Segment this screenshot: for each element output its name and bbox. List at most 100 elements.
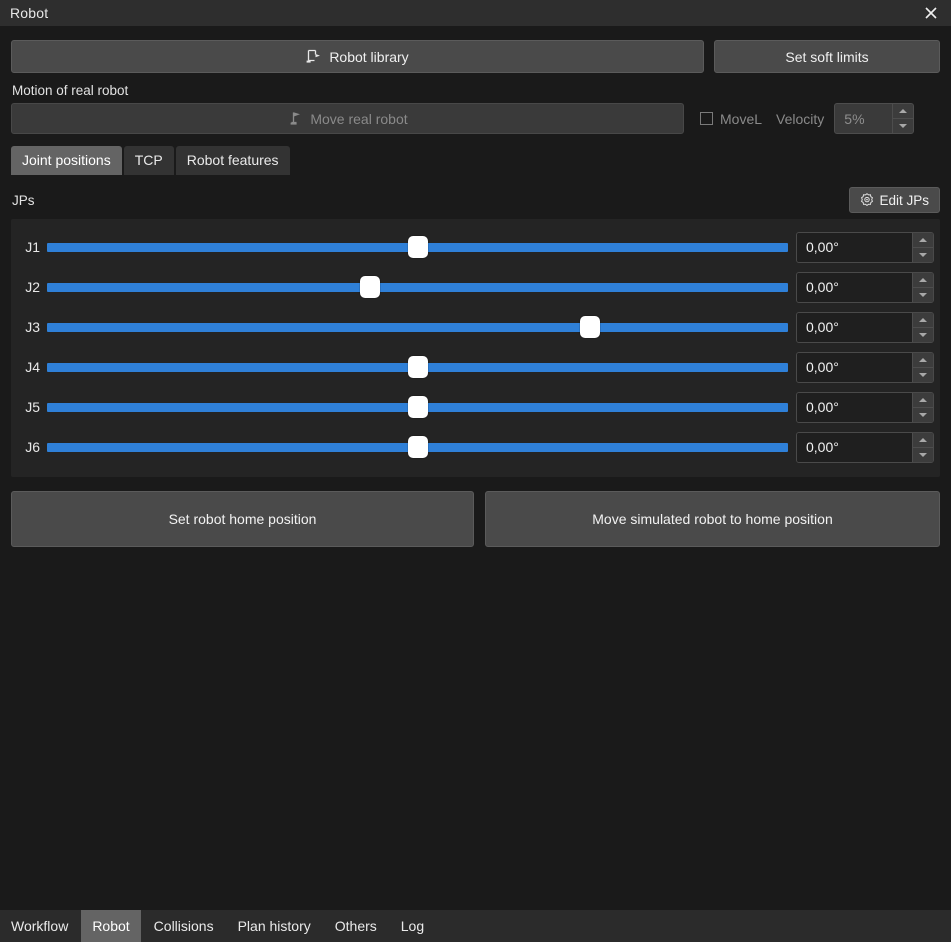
jps-label: JPs — [12, 192, 35, 208]
set-soft-limits-label: Set soft limits — [785, 48, 869, 65]
slider-handle-j3[interactable] — [580, 316, 601, 339]
joint-decrement-button-j4[interactable] — [913, 366, 933, 382]
joint-sliders-panel: J1 0,00° J2 0,00° J3 0,00° J4 0,00° J5 0… — [11, 219, 940, 478]
joint-label-j4: J4 — [25, 359, 40, 376]
joint-value-stepper-j4[interactable]: 0,00° — [796, 351, 934, 383]
joint-increment-button-j6[interactable] — [913, 432, 933, 447]
joint-row-j2: J2 0,00° — [11, 267, 940, 307]
bottom-tab-log[interactable]: Log — [389, 910, 436, 942]
joint-decrement-button-j5[interactable] — [913, 406, 933, 422]
tab-robot-features[interactable]: Robot features — [175, 146, 290, 176]
slider-track — [47, 282, 788, 292]
joint-slider-j3[interactable] — [47, 312, 788, 342]
joint-value-input-j2[interactable]: 0,00° — [797, 272, 912, 302]
joint-slider-j6[interactable] — [47, 432, 788, 462]
joint-value-input-j1[interactable]: 0,00° — [797, 232, 912, 262]
joint-value-input-j6[interactable]: 0,00° — [797, 432, 912, 462]
bottom-tab-others-label: Others — [334, 918, 377, 934]
set-soft-limits-button[interactable]: Set soft limits — [714, 40, 940, 73]
velocity-decrement-button[interactable] — [893, 118, 914, 133]
joint-increment-button-j4[interactable] — [913, 352, 933, 367]
panel-content: Robot library Set soft limits Motion of … — [0, 26, 951, 910]
move-simulated-robot-home-label: Move simulated robot to home position — [592, 511, 833, 528]
joint-value-stepper-j6[interactable]: 0,00° — [796, 431, 934, 463]
robot-library-button[interactable]: Robot library — [11, 40, 704, 73]
slider-handle-j1[interactable] — [408, 236, 429, 259]
movel-checkbox[interactable] — [700, 112, 713, 125]
movel-checkbox-group[interactable]: MoveL — [684, 103, 776, 134]
chevron-down-icon — [899, 124, 908, 128]
set-robot-home-position-button[interactable]: Set robot home position — [11, 491, 474, 548]
move-simulated-robot-home-button[interactable]: Move simulated robot to home position — [485, 491, 940, 548]
robot-arm-icon — [287, 111, 304, 126]
tab-tcp[interactable]: TCP — [123, 146, 174, 176]
robot-arm-icon — [306, 49, 323, 64]
bottom-tab-robot[interactable]: Robot — [81, 910, 141, 942]
bottom-tab-others[interactable]: Others — [323, 910, 388, 942]
velocity-stepper[interactable]: 5% — [834, 103, 915, 134]
edit-jps-button[interactable]: Edit JPs — [849, 187, 940, 214]
chevron-down-icon — [919, 332, 927, 337]
joint-row-j1: J1 0,00° — [11, 227, 940, 267]
joint-label-j3: J3 — [25, 319, 40, 336]
slider-track — [47, 322, 788, 332]
slider-handle-j4[interactable] — [408, 356, 429, 379]
joint-increment-button-j2[interactable] — [913, 272, 933, 287]
bottom-tab-bar: Workflow Robot Collisions Plan history O… — [0, 910, 951, 942]
bottom-tab-plan-history[interactable]: Plan history — [226, 910, 322, 942]
chevron-down-icon — [919, 372, 927, 377]
joint-value-input-j3[interactable]: 0,00° — [797, 312, 912, 342]
bottom-tab-collisions[interactable]: Collisions — [142, 910, 225, 942]
joint-value-input-j4[interactable]: 0,00° — [797, 352, 912, 382]
joint-slider-j5[interactable] — [47, 392, 788, 422]
joint-value-stepper-j1[interactable]: 0,00° — [796, 231, 934, 263]
joint-value-stepper-j5[interactable]: 0,00° — [796, 391, 934, 423]
joint-decrement-button-j3[interactable] — [913, 326, 933, 342]
move-real-robot-row: Move real robot MoveL Velocity 5% — [11, 103, 940, 134]
joint-increment-button-j5[interactable] — [913, 392, 933, 407]
joint-label-j6: J6 — [25, 439, 40, 456]
joint-row-j6: J6 0,00° — [11, 427, 940, 467]
joint-value-stepper-j3[interactable]: 0,00° — [796, 311, 934, 343]
chevron-down-icon — [919, 252, 927, 257]
tab-joint-positions[interactable]: Joint positions — [11, 146, 122, 176]
joint-value-input-j5[interactable]: 0,00° — [797, 392, 912, 422]
gear-target-icon — [860, 193, 874, 207]
velocity-stepper-arrows — [892, 104, 914, 133]
joint-decrement-button-j2[interactable] — [913, 286, 933, 302]
joint-row-j3: J3 0,00° — [11, 307, 940, 347]
slider-handle-j6[interactable] — [408, 436, 429, 459]
chevron-up-icon — [919, 397, 927, 402]
joint-slider-j1[interactable] — [47, 232, 788, 262]
joint-decrement-button-j6[interactable] — [913, 446, 933, 462]
chevron-down-icon — [919, 292, 927, 297]
top-button-row: Robot library Set soft limits — [11, 40, 940, 73]
joint-stepper-arrows-j5 — [912, 392, 933, 422]
joint-increment-button-j3[interactable] — [913, 312, 933, 327]
joint-decrement-button-j1[interactable] — [913, 246, 933, 262]
bottom-tab-workflow-label: Workflow — [11, 918, 69, 934]
joint-row-j5: J5 0,00° — [11, 387, 940, 427]
joint-slider-j2[interactable] — [47, 272, 788, 302]
home-button-row: Set robot home position Move simulated r… — [11, 491, 940, 548]
bottom-tab-plan-history-label: Plan history — [237, 918, 311, 934]
chevron-up-icon — [919, 237, 927, 242]
bottom-tab-log-label: Log — [400, 918, 425, 934]
motion-section-label: Motion of real robot — [12, 83, 129, 98]
joint-slider-j4[interactable] — [47, 352, 788, 382]
velocity-increment-button[interactable] — [893, 104, 914, 118]
close-button[interactable] — [911, 0, 951, 26]
velocity-input[interactable]: 5% — [835, 104, 892, 133]
bottom-tab-filler — [437, 910, 951, 942]
joint-value-stepper-j2[interactable]: 0,00° — [796, 271, 934, 303]
joint-label-j1: J1 — [25, 239, 40, 256]
tab-robot-features-label: Robot features — [186, 152, 279, 168]
bottom-tab-collisions-label: Collisions — [153, 918, 214, 934]
slider-handle-j5[interactable] — [408, 396, 429, 419]
joint-row-j4: J4 0,00° — [11, 347, 940, 387]
joint-stepper-arrows-j1 — [912, 232, 933, 262]
slider-handle-j2[interactable] — [360, 276, 381, 299]
joint-stepper-arrows-j3 — [912, 312, 933, 342]
bottom-tab-workflow[interactable]: Workflow — [0, 910, 80, 942]
joint-increment-button-j1[interactable] — [913, 232, 933, 247]
